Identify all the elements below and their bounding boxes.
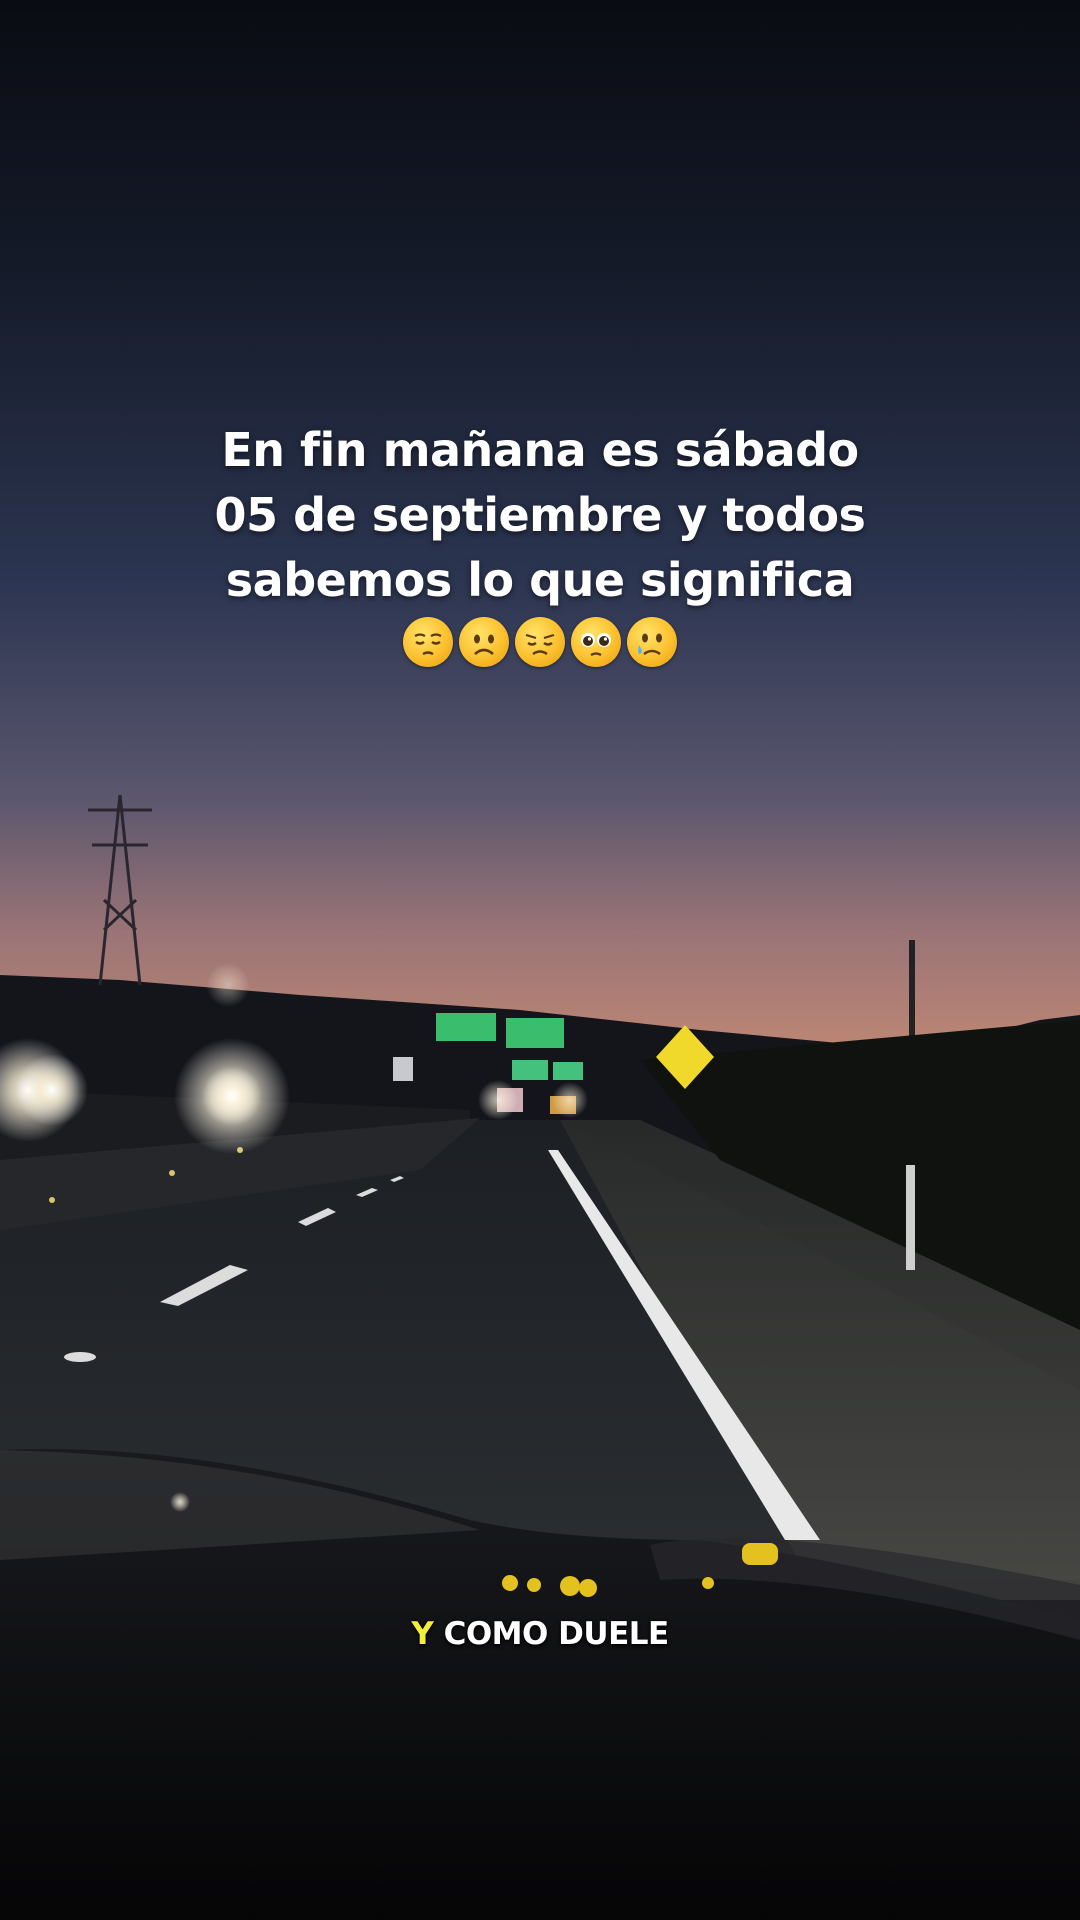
video-frame: En fin mañana es sábado 05 de septiembre… xyxy=(0,0,1080,1920)
frowning-face-icon xyxy=(459,617,509,667)
caption-line-3: sabemos lo que significa xyxy=(225,553,855,607)
caption-text: En fin mañana es sábado 05 de septiembre… xyxy=(140,418,940,667)
emoji-row xyxy=(140,617,940,667)
disappointed-face-icon xyxy=(515,617,565,667)
highway-sign xyxy=(436,1013,496,1041)
caption-line-1: En fin mañana es sábado xyxy=(221,423,859,477)
pensive-face-icon xyxy=(403,617,453,667)
subtitle-text: Y COMO DUELE xyxy=(240,1616,840,1652)
subtitle-rest: COMO DUELE xyxy=(443,1616,670,1652)
pleading-face-icon xyxy=(571,617,621,667)
subtitle-highlight-word: Y xyxy=(411,1616,434,1652)
crying-face-icon xyxy=(627,617,677,667)
caption-line-2: 05 de septiembre y todos xyxy=(214,488,866,542)
